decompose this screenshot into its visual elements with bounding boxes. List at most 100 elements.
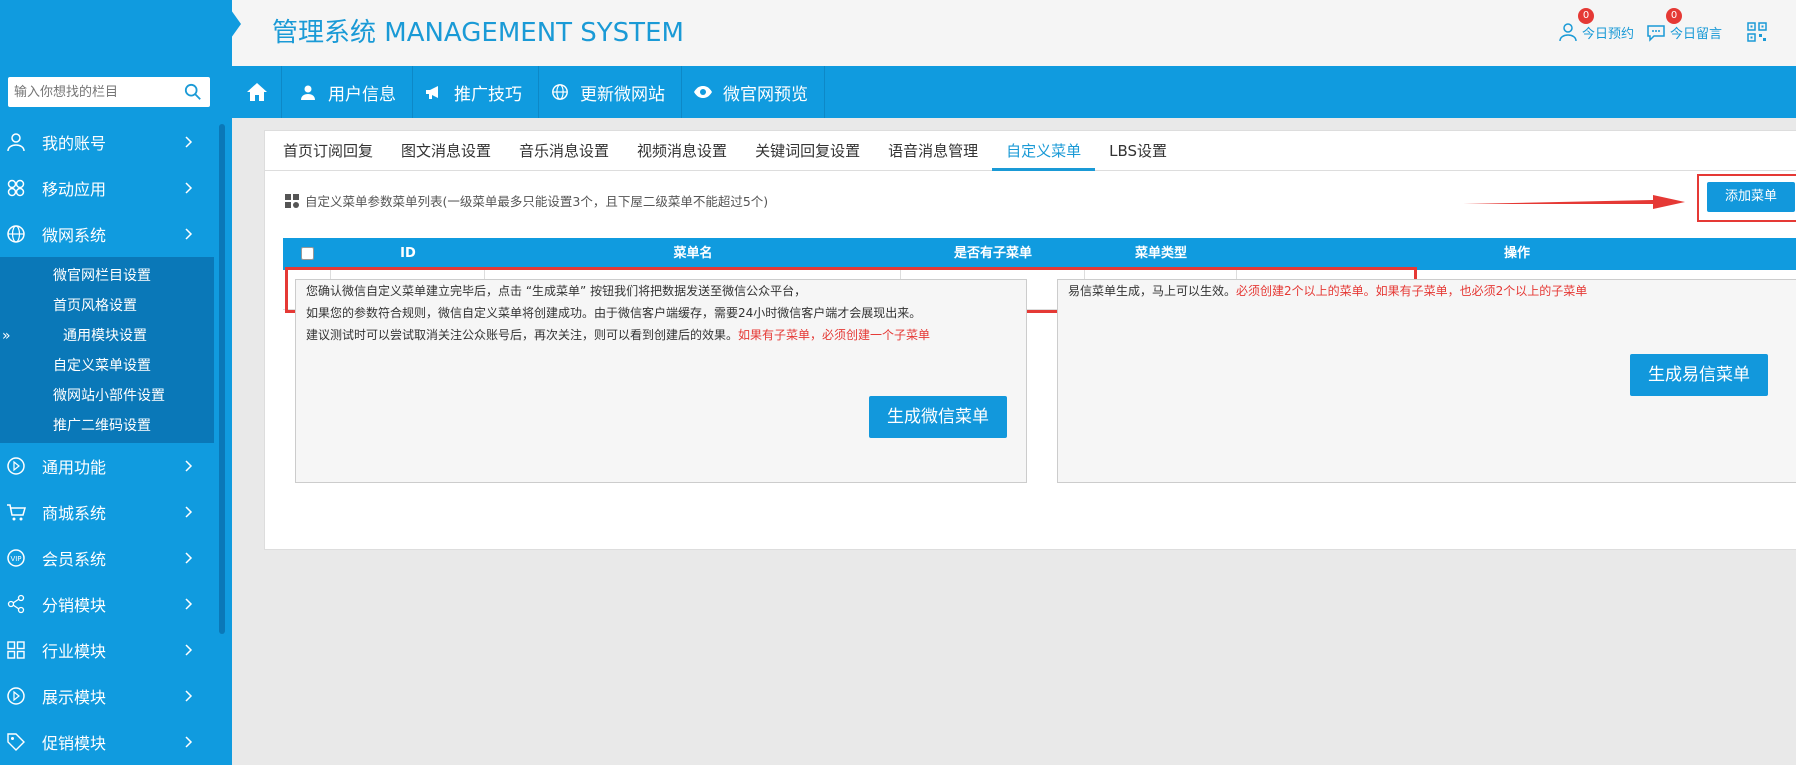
nav-site-preview[interactable]: 微官网预览 <box>677 66 825 118</box>
globe-icon <box>550 82 570 102</box>
sidebar-item-label: 商城系统 <box>42 504 107 523</box>
submenu-item-site-columns[interactable]: 微官网栏目设置 <box>0 261 214 291</box>
sidebar: 我的账号 移动应用 微网系统 微官网栏目设置 首页风格设置 » 通用模块设置 自定… <box>0 0 232 765</box>
sidebar-item-label: 移动应用 <box>42 180 107 199</box>
add-menu-button[interactable]: 添加菜单 <box>1707 182 1795 212</box>
nav-label: 推广技巧 <box>454 84 522 105</box>
sidebar-item-micro-site[interactable]: 微网系统 <box>0 211 214 257</box>
qrcode-icon[interactable] <box>1747 22 1767 42</box>
chevron-right-icon <box>185 136 193 148</box>
wechat-info-line3-text: 建议测试时可以尝试取消关注公众账号后，再次关注，则可以看到创建后的效果。 <box>306 328 739 342</box>
tab-keyword-reply[interactable]: 关键词回复设置 <box>741 131 874 171</box>
today-messages-link[interactable]: 0 今日留言 <box>1646 8 1723 42</box>
chevron-right-icon <box>185 228 193 240</box>
tab-news-message[interactable]: 图文消息设置 <box>387 131 505 171</box>
user-outline-icon: 0 <box>1558 8 1594 42</box>
sidebar-scrollbar[interactable] <box>219 124 225 634</box>
select-all-checkbox[interactable] <box>300 247 314 260</box>
header-name: 菜单名 <box>673 246 713 261</box>
sidebar-item-my-account[interactable]: 我的账号 <box>0 119 214 165</box>
header-has-sub: 是否有子菜单 <box>953 246 1032 261</box>
chevron-right-icon <box>185 552 193 564</box>
sidebar-item-common-functions[interactable]: 通用功能 <box>0 443 214 489</box>
chevron-right-icon <box>185 690 193 702</box>
play-circle-icon <box>6 686 26 706</box>
apps-icon <box>6 178 26 198</box>
tab-voice-message[interactable]: 语音消息管理 <box>874 131 992 171</box>
today-appointments-label: 今日预约 <box>1582 26 1635 42</box>
wechat-info-line3: 建议测试时可以尝试取消关注公众账号后，再次关注，则可以看到创建后的效果。如果有子… <box>296 324 1026 346</box>
user-solid-icon <box>298 82 318 102</box>
nav-label: 用户信息 <box>328 84 396 105</box>
submenu-item-qrcode[interactable]: 推广二维码设置 <box>0 411 214 441</box>
nav-home[interactable] <box>232 66 282 118</box>
header-ops: 操作 <box>1503 246 1530 261</box>
submenu-item-custom-menu[interactable]: 自定义菜单设置 <box>0 351 214 381</box>
chevron-right-icon <box>185 736 193 748</box>
submenu-item-home-style[interactable]: 首页风格设置 <box>0 291 214 321</box>
sidebar-item-member[interactable]: VIP 会员系统 <box>0 535 214 581</box>
wechat-menu-panel: 您确认微信自定义菜单建立完毕后，点击 “生成菜单” 按钮我们将把数据发送至微信公… <box>295 279 1027 483</box>
sidebar-item-display[interactable]: 展示模块 <box>0 673 214 719</box>
chevron-right-icon <box>185 182 193 194</box>
tab-subscribe-reply[interactable]: 首页订阅回复 <box>269 131 387 171</box>
yixin-menu-panel: 易信菜单生成，马上可以生效。必须创建2个以上的菜单。如果有子菜单，也必须2个以上… <box>1057 279 1796 483</box>
tab-video-message[interactable]: 视频消息设置 <box>623 131 741 171</box>
chat-bubble-icon: 0 <box>1646 8 1682 42</box>
chevron-right-icon <box>185 460 193 472</box>
chevron-right-icon <box>185 598 193 610</box>
tag-icon <box>6 732 26 752</box>
svg-text:VIP: VIP <box>10 555 21 563</box>
nav-promotion-tips[interactable]: 推广技巧 <box>408 66 539 118</box>
sidebar-item-label: 行业模块 <box>42 642 107 661</box>
generate-yixin-menu-button[interactable]: 生成易信菜单 <box>1630 354 1768 396</box>
list-title-text: 自定义菜单参数菜单列表(一级菜单最多只能设置3个，且下屋二级菜单不能超过5个) <box>305 194 769 209</box>
header-id: ID <box>400 246 416 261</box>
sidebar-item-mall[interactable]: 商城系统 <box>0 489 214 535</box>
message-badge: 0 <box>1666 8 1682 24</box>
search-icon[interactable] <box>184 83 202 101</box>
tab-bar: 首页订阅回复 图文消息设置 音乐消息设置 视频消息设置 关键词回复设置 语音消息… <box>265 131 1796 171</box>
sidebar-menu: 我的账号 移动应用 微网系统 微官网栏目设置 首页风格设置 » 通用模块设置 自定… <box>0 119 214 765</box>
nav-label: 更新微网站 <box>580 84 665 105</box>
today-appointments-link[interactable]: 0 今日预约 <box>1558 8 1635 42</box>
table-header: ID 菜单名 是否有子菜单 菜单类型 操作 <box>283 238 1796 270</box>
sidebar-item-label: 通用功能 <box>42 458 107 477</box>
sidebar-item-label: 微网系统 <box>42 226 107 245</box>
red-arrow-annotation <box>1463 195 1685 209</box>
submenu-item-label: 通用模块设置 <box>63 328 147 344</box>
sidebar-item-industry[interactable]: 行业模块 <box>0 627 214 673</box>
tab-custom-menu[interactable]: 自定义菜单 <box>992 131 1096 171</box>
generate-wechat-menu-button[interactable]: 生成微信菜单 <box>869 396 1007 438</box>
nav-update-site[interactable]: 更新微网站 <box>534 66 682 118</box>
eye-icon <box>693 82 713 102</box>
nav-label: 微官网预览 <box>723 84 808 105</box>
yixin-info-line1: 易信菜单生成，马上可以生效。必须创建2个以上的菜单。如果有子菜单，也必须2个以上… <box>1058 280 1796 302</box>
user-icon <box>6 132 26 152</box>
header-checkbox-cell <box>283 238 331 270</box>
tab-music-message[interactable]: 音乐消息设置 <box>505 131 623 171</box>
list-title: 自定义菜单参数菜单列表(一级菜单最多只能设置3个，且下屋二级菜单不能超过5个) <box>285 191 768 210</box>
sidebar-item-label: 分销模块 <box>42 596 107 615</box>
wechat-info-line1: 您确认微信自定义菜单建立完毕后，点击 “生成菜单” 按钮我们将把数据发送至微信公… <box>306 284 807 298</box>
globe-icon <box>6 224 26 244</box>
yixin-info-warning: 必须创建2个以上的菜单。如果有子菜单，也必须2个以上的子菜单 <box>1236 284 1588 298</box>
play-circle-icon <box>6 456 26 476</box>
share-icon <box>6 594 26 614</box>
sidebar-item-mobile-apps[interactable]: 移动应用 <box>0 165 214 211</box>
header-notch-icon <box>231 10 241 38</box>
nav-user-info[interactable]: 用户信息 <box>282 66 413 118</box>
submenu-item-widgets[interactable]: 微网站小部件设置 <box>0 381 214 411</box>
logo-area <box>0 0 232 66</box>
today-messages-label: 今日留言 <box>1670 26 1723 42</box>
sidebar-item-distribution[interactable]: 分销模块 <box>0 581 214 627</box>
grid-icon <box>6 640 26 660</box>
search-input[interactable] <box>8 77 178 107</box>
tab-lbs-settings[interactable]: LBS设置 <box>1095 131 1181 171</box>
sidebar-item-promotion[interactable]: 促销模块 <box>0 719 214 765</box>
top-header: 管理系统 MANAGEMENT SYSTEM 0 今日预约 0 今日留言 <box>231 0 1796 66</box>
yixin-info-text: 易信菜单生成，马上可以生效。 <box>1068 284 1237 298</box>
wechat-info-warning: 如果有子菜单，必须创建一个子菜单 <box>738 328 931 342</box>
submenu-item-common-module[interactable]: » 通用模块设置 <box>0 321 214 351</box>
page-title: 管理系统 MANAGEMENT SYSTEM <box>272 18 684 48</box>
